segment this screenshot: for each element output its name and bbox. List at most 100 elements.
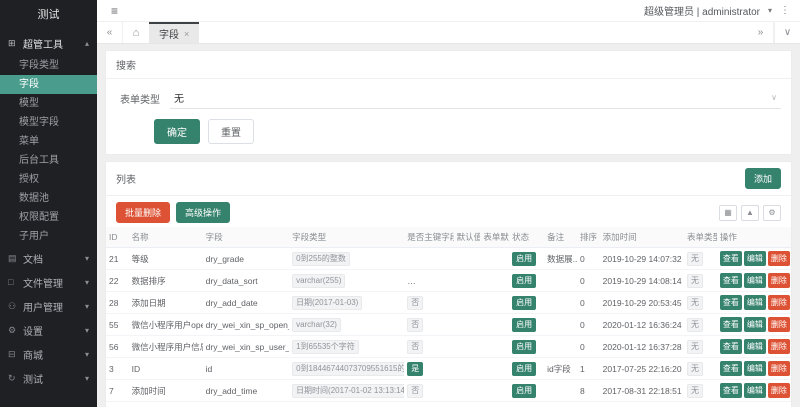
cell-name: 微信小程序用户信息 xyxy=(129,336,203,358)
sidebar-submenu: 字段类型字段模型模型字段菜单后台工具授权数据池权限配置子用户 xyxy=(0,56,97,246)
delete-button[interactable]: 删除 xyxy=(768,317,790,332)
sidebar-item[interactable]: 模型 xyxy=(0,94,97,113)
type-tag: varchar(255) xyxy=(292,274,345,288)
columns-setting-icon[interactable]: ⚙ xyxy=(763,205,781,221)
home-tab-icon[interactable]: ⌂ xyxy=(123,22,149,43)
tabs-scroll-left-icon[interactable]: « xyxy=(97,22,123,43)
cell-actions: 查看编辑删除 xyxy=(717,270,791,292)
edit-button[interactable]: 编辑 xyxy=(744,383,766,398)
sidebar-item[interactable]: 数据池 xyxy=(0,189,97,208)
edit-button[interactable]: 编辑 xyxy=(744,251,766,266)
type-tag: 0到18446744073709551615的整数 xyxy=(292,362,404,376)
view-button[interactable]: 查看 xyxy=(720,251,742,266)
table-row: 21等级dry_grade0到255的整数启用数据展...02019-10-29… xyxy=(106,248,791,270)
cell-field: id xyxy=(203,358,289,380)
sidebar-item[interactable]: 字段 xyxy=(0,75,97,94)
sidebar-item[interactable]: 模型字段 xyxy=(0,113,97,132)
cell-form-default xyxy=(480,336,509,358)
delete-button[interactable]: 删除 xyxy=(768,339,790,354)
sidebar-item[interactable]: 权限配置 xyxy=(0,208,97,227)
delete-button[interactable]: 删除 xyxy=(768,273,790,288)
cell-actions: 查看编辑删除 xyxy=(717,358,791,380)
sidebar-group[interactable]: ⚙设置▾ xyxy=(0,318,97,342)
sidebar-item[interactable]: 子用户 xyxy=(0,227,97,246)
search-confirm-button[interactable]: 确定 xyxy=(154,119,200,144)
view-button[interactable]: 查看 xyxy=(720,317,742,332)
cell-default-value xyxy=(454,336,481,358)
chevron-down-icon: ▾ xyxy=(768,6,772,15)
form-type-tag: 无 xyxy=(687,340,703,354)
view-button[interactable]: 查看 xyxy=(720,361,742,376)
cell-status: 启用 xyxy=(509,336,544,358)
edit-button[interactable]: 编辑 xyxy=(744,295,766,310)
form-type-select[interactable]: 无 ∨ xyxy=(170,87,781,109)
delete-button[interactable]: 删除 xyxy=(768,361,790,376)
delete-button[interactable]: 删除 xyxy=(768,295,790,310)
cell-primary-key: 否 xyxy=(404,314,453,336)
sidebar-group[interactable]: ↻测试▾ xyxy=(0,366,97,390)
advanced-actions-button[interactable]: 高级操作 xyxy=(176,202,230,223)
cell-name: 微信小程序用户openid xyxy=(129,314,203,336)
cell-add-time: 2020-01-12 16:37:28 xyxy=(600,336,684,358)
cell-sort: 1 xyxy=(577,358,600,380)
edit-button[interactable]: 编辑 xyxy=(744,339,766,354)
form-type-tag: 无 xyxy=(687,274,703,288)
chevron-down-icon: ∨ xyxy=(771,93,777,102)
batch-delete-button[interactable]: 批量删除 xyxy=(116,202,170,223)
delete-button[interactable]: 删除 xyxy=(768,251,790,266)
cell-form-type: 无 xyxy=(684,380,717,402)
cell-field: dry_wei_xin_sp_user_info xyxy=(203,336,289,358)
sidebar-group[interactable]: ⚇用户管理▾ xyxy=(0,294,97,318)
tabs-menu-icon[interactable]: ∨ xyxy=(774,22,800,43)
cell-add-time: 2020-01-12 16:36:24 xyxy=(600,314,684,336)
cell-remark xyxy=(544,292,577,314)
table-row: 3IDid0到18446744073709551615的整数是启用id字段120… xyxy=(106,358,791,380)
cell-sort: 0 xyxy=(577,292,600,314)
view-button[interactable]: 查看 xyxy=(720,273,742,288)
chevron-down-icon: ▾ xyxy=(85,254,89,263)
cell-add-time: 2019-10-29 14:07:32 xyxy=(600,248,684,270)
cell-field: dry_data_sort xyxy=(203,270,289,292)
sidebar-item[interactable]: 菜单 xyxy=(0,132,97,151)
chevron-down-icon: ▾ xyxy=(85,326,89,335)
tab-fields[interactable]: 字段 × xyxy=(149,22,199,43)
view-button[interactable]: 查看 xyxy=(720,339,742,354)
cell-name: ID xyxy=(129,358,203,380)
cell-status: 启用 xyxy=(509,270,544,292)
sidebar-item[interactable]: 后台工具 xyxy=(0,151,97,170)
search-panel-title: 搜索 xyxy=(116,57,136,72)
close-icon[interactable]: × xyxy=(184,29,189,39)
content: 搜索 表单类型 无 ∨ 确定 重置 列表 添加 xyxy=(97,44,800,407)
more-options-icon[interactable]: ⋮ xyxy=(780,5,790,16)
edit-button[interactable]: 编辑 xyxy=(744,361,766,376)
tab-label: 字段 xyxy=(159,26,179,41)
cell-form-type: 无 xyxy=(684,292,717,314)
status-enabled-tag: 启用 xyxy=(512,362,536,376)
sidebar-group[interactable]: □文件管理▾ xyxy=(0,270,97,294)
sidebar-group[interactable]: ▤文档▾ xyxy=(0,246,97,270)
tabs-scroll-right-icon[interactable]: » xyxy=(748,22,774,43)
sidebar-group-super-tools[interactable]: ⊞ 超管工具 ▴ xyxy=(0,30,97,56)
cell-remark xyxy=(544,380,577,402)
delete-button[interactable]: 删除 xyxy=(768,383,790,398)
view-button[interactable]: 查看 xyxy=(720,383,742,398)
cell-name: 添加日期 xyxy=(129,292,203,314)
cell-default-value xyxy=(454,292,481,314)
user-menu[interactable]: 超级管理员 | administrator xyxy=(644,3,760,18)
column-header: 字段类型 xyxy=(289,227,404,248)
add-button[interactable]: 添加 xyxy=(745,168,781,189)
edit-button[interactable]: 编辑 xyxy=(744,273,766,288)
print-icon[interactable]: ▦ xyxy=(719,205,737,221)
search-reset-button[interactable]: 重置 xyxy=(208,119,254,144)
edit-button[interactable]: 编辑 xyxy=(744,317,766,332)
sidebar-item[interactable]: 授权 xyxy=(0,170,97,189)
menu-toggle-icon[interactable]: ≡ xyxy=(111,4,118,18)
sidebar-item[interactable]: 字段类型 xyxy=(0,56,97,75)
table-tool-icons: ▦▲⚙ xyxy=(719,205,781,221)
view-button[interactable]: 查看 xyxy=(720,295,742,310)
cell-form-default xyxy=(480,380,509,402)
sidebar-group-label: 文件管理 xyxy=(20,275,85,290)
sidebar-group[interactable]: ⊟商城▾ xyxy=(0,342,97,366)
export-icon[interactable]: ▲ xyxy=(741,205,759,221)
app-title: 测试 xyxy=(0,0,97,30)
